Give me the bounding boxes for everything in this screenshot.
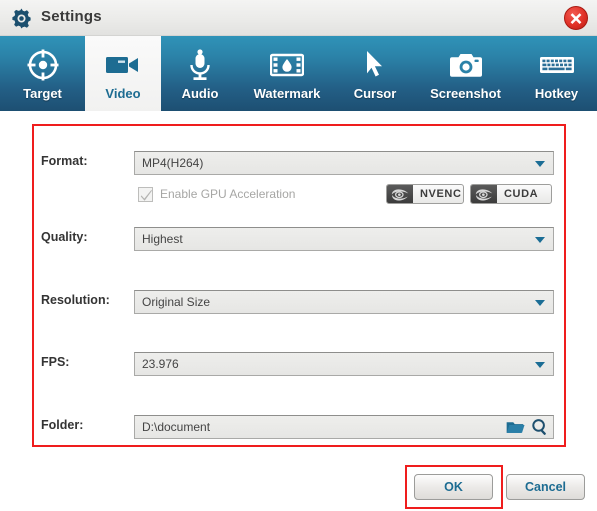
tab-bar: Target Video Audio [0, 36, 597, 111]
resolution-row: Resolution: Original Size [0, 290, 597, 314]
quality-row: Quality: Highest [0, 227, 597, 251]
cuda-badge-text: CUDA [497, 188, 545, 200]
nvidia-logo-icon [387, 185, 413, 203]
tab-audio-label: Audio [182, 86, 219, 101]
tab-cursor-label: Cursor [354, 86, 397, 101]
tab-video[interactable]: Video [85, 36, 161, 111]
format-row: Format: MP4(H264) [0, 151, 597, 175]
tab-watermark-label: Watermark [254, 86, 321, 101]
tab-screenshot[interactable]: Screenshot [415, 36, 516, 111]
folder-path-input[interactable]: D:\document [134, 415, 554, 439]
folder-label: Folder: [41, 418, 83, 432]
window-title: Settings [41, 8, 102, 25]
magnifier-icon[interactable] [531, 418, 549, 436]
folder-icon[interactable] [506, 419, 525, 435]
folder-row: Folder: D:\document [0, 415, 597, 439]
nvenc-badge: NVENC [386, 184, 464, 204]
microphone-icon [185, 48, 215, 82]
fps-dropdown[interactable]: 23.976 [134, 352, 554, 376]
resolution-value: Original Size [142, 295, 210, 309]
fps-value: 23.976 [142, 357, 179, 371]
gpu-acceleration-row: Enable GPU Acceleration NVENC CUDA [0, 187, 597, 209]
tab-hotkey-label: Hotkey [535, 86, 578, 101]
tab-screenshot-label: Screenshot [430, 86, 501, 101]
nvenc-badge-text: NVENC [413, 188, 464, 200]
checkmark-icon [140, 189, 153, 202]
chevron-down-icon [535, 300, 545, 306]
nvidia-logo-icon [471, 185, 497, 203]
resolution-dropdown[interactable]: Original Size [134, 290, 554, 314]
close-button[interactable] [564, 6, 588, 30]
tab-watermark[interactable]: Watermark [239, 36, 335, 111]
camera-icon [449, 48, 483, 82]
chevron-down-icon [535, 161, 545, 167]
folder-path-value: D:\document [142, 420, 210, 434]
format-value: MP4(H264) [142, 156, 203, 170]
tab-target-label: Target [23, 86, 62, 101]
format-dropdown[interactable]: MP4(H264) [134, 151, 554, 175]
enable-gpu-acceleration-checkbox[interactable] [138, 187, 153, 202]
quality-dropdown[interactable]: Highest [134, 227, 554, 251]
resolution-label: Resolution: [41, 293, 110, 307]
enable-gpu-acceleration-label: Enable GPU Acceleration [160, 187, 295, 201]
quality-label: Quality: [41, 230, 88, 244]
target-icon [27, 48, 59, 82]
chevron-down-icon [535, 362, 545, 368]
watermark-icon [270, 48, 304, 82]
cuda-badge: CUDA [470, 184, 552, 204]
keyboard-icon [539, 48, 575, 82]
fps-label: FPS: [41, 355, 69, 369]
tab-video-label: Video [105, 86, 140, 101]
cancel-button[interactable]: Cancel [506, 474, 585, 500]
gear-icon [11, 8, 32, 29]
format-label: Format: [41, 154, 88, 168]
close-icon [569, 11, 583, 25]
fps-row: FPS: 23.976 [0, 352, 597, 376]
title-bar: Settings [0, 0, 597, 36]
tab-cursor[interactable]: Cursor [335, 36, 415, 111]
cursor-arrow-icon [363, 48, 387, 82]
video-camera-icon [105, 48, 141, 82]
chevron-down-icon [535, 237, 545, 243]
ok-button[interactable]: OK [414, 474, 493, 500]
tab-target[interactable]: Target [0, 36, 85, 111]
tab-hotkey[interactable]: Hotkey [516, 36, 597, 111]
tab-audio[interactable]: Audio [161, 36, 239, 111]
quality-value: Highest [142, 232, 183, 246]
